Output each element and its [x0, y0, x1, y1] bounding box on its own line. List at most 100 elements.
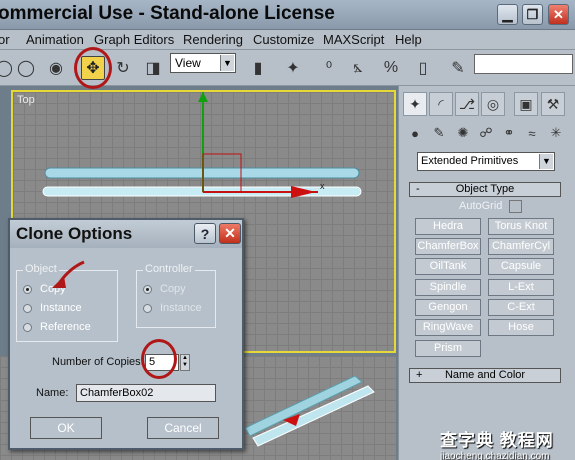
radio-copy[interactable]: [23, 284, 32, 294]
menu-item-animation[interactable]: Animation: [26, 32, 84, 47]
watermark-text: 查字典 教程网: [440, 431, 554, 450]
highlight-ring-move: [74, 47, 112, 89]
chevron-down-icon: ▼: [539, 154, 553, 169]
controller-instance-label: Instance: [160, 302, 202, 314]
menu-item-maxscript[interactable]: MAXScript: [323, 32, 384, 47]
menu-item-editor[interactable]: or: [0, 32, 10, 47]
hose-button[interactable]: Hose: [488, 319, 554, 336]
create-tab-icon[interactable]: ✦: [403, 92, 427, 116]
radio-reference[interactable]: [23, 322, 32, 332]
menu-item-graph-editors[interactable]: Graph Editors: [94, 32, 174, 47]
spindle-button[interactable]: Spindle: [415, 279, 481, 296]
collapse-icon: -: [416, 183, 420, 195]
radio-controller-instance: [143, 303, 152, 313]
menu-item-customize[interactable]: Customize: [253, 32, 314, 47]
close-dialog-button[interactable]: ✕: [219, 223, 241, 244]
chevron-down-icon: ▼: [220, 55, 234, 71]
object-reference-option[interactable]: Reference: [23, 321, 91, 333]
utilities-tab-icon[interactable]: ⚒: [541, 92, 565, 116]
ringwave-button[interactable]: RingWave: [415, 319, 481, 336]
object-instance-label: Instance: [40, 302, 82, 314]
restore-button[interactable]: ❐: [522, 4, 543, 25]
watermark-url: jiaocheng.chazidian.com: [440, 451, 550, 460]
highlight-ring-copies: [141, 339, 177, 379]
space-warps-icon[interactable]: ≈: [522, 124, 542, 142]
controller-copy-label: Copy: [160, 283, 186, 295]
dialog-title: Clone Options: [16, 224, 133, 243]
menu-item-help[interactable]: Help: [395, 32, 422, 47]
gengon-button[interactable]: Gengon: [415, 299, 481, 316]
close-window-button[interactable]: ✕: [548, 4, 569, 25]
cameras-icon[interactable]: ☍: [476, 124, 496, 142]
spinner-snap-icon[interactable]: ▯: [411, 56, 435, 80]
name-and-color-rollout[interactable]: + Name and Color: [409, 368, 561, 383]
pivot-icon[interactable]: ▮: [246, 56, 270, 80]
percent-snap-icon[interactable]: %: [379, 56, 403, 80]
radio-instance[interactable]: [23, 303, 32, 313]
dialog-title-bar[interactable]: Clone Options ? ✕: [10, 220, 242, 248]
motion-tab-icon[interactable]: ◎: [481, 92, 505, 116]
expand-icon: +: [416, 369, 423, 381]
geometry-icon[interactable]: ●: [405, 124, 425, 142]
display-tab-icon[interactable]: ▣: [514, 92, 538, 116]
rotate-icon[interactable]: ↻: [111, 56, 135, 80]
lights-icon[interactable]: ✺: [453, 124, 473, 142]
scale-icon[interactable]: ◨: [141, 56, 165, 80]
hierarchy-tab-icon[interactable]: ⎇: [455, 92, 479, 116]
select-manipulate-icon[interactable]: ✦: [281, 56, 305, 80]
autogrid-label: AutoGrid: [459, 200, 503, 212]
shapes-icon[interactable]: ✎: [429, 124, 449, 142]
spinner-down-icon[interactable]: ▼: [181, 362, 189, 369]
chamferbox-button[interactable]: ChamferBox: [415, 238, 481, 255]
help-button[interactable]: ?: [194, 223, 216, 244]
num-copies-spinner[interactable]: ▲ ▼: [180, 354, 190, 371]
controller-instance-option: Instance: [143, 302, 202, 314]
systems-icon[interactable]: ✳: [546, 124, 566, 142]
capsule-button[interactable]: Capsule: [488, 258, 554, 275]
helpers-icon[interactable]: ⚭: [499, 124, 519, 142]
reference-coordinate-value: View: [175, 56, 201, 70]
num-copies-label: Number of Copies:: [52, 356, 144, 368]
reference-coordinate-select[interactable]: View ▼: [170, 53, 236, 73]
object-reference-label: Reference: [40, 321, 91, 333]
primitive-category-value: Extended Primitives: [421, 155, 519, 167]
x-axis-label: x: [320, 181, 325, 191]
l-ext-button[interactable]: L-Ext: [488, 279, 554, 296]
y-axis-arrow-icon: [198, 92, 208, 102]
modify-tab-icon[interactable]: ◜: [429, 92, 453, 116]
object-instance-option[interactable]: Instance: [23, 302, 82, 314]
radio-controller-copy: [143, 284, 152, 294]
name-label: Name:: [36, 387, 69, 399]
named-selection-input[interactable]: [474, 54, 573, 74]
annotation-arrow-icon: [52, 260, 85, 288]
object-type-label: Object Type: [455, 183, 515, 195]
chamfercyl-button[interactable]: ChamferCyl: [488, 238, 554, 255]
controller-copy-option: Copy: [143, 283, 186, 295]
menu-item-rendering[interactable]: Rendering: [183, 32, 243, 47]
minimize-button[interactable]: ▁: [497, 4, 518, 25]
clone-options-dialog: Clone Options ? ✕ Object Copy Instance R…: [8, 218, 244, 450]
edit-named-selection-icon[interactable]: ✎: [446, 56, 470, 80]
prism-button[interactable]: Prism: [415, 340, 481, 357]
clone-name-input[interactable]: ChamferBox02: [76, 384, 216, 402]
select-by-name-icon[interactable]: ◉: [44, 56, 68, 80]
angle-snap-icon[interactable]: ⦩: [346, 56, 370, 80]
c-ext-button[interactable]: C-Ext: [488, 299, 554, 316]
select-region-icon[interactable]: ◯: [14, 56, 38, 80]
window-title: ommercial Use - Stand-alone License: [0, 3, 335, 24]
watermark: 查字典 教程网 jiaocheng.chazidian.com: [440, 426, 573, 460]
oiltank-button[interactable]: OilTank: [415, 258, 481, 275]
spinner-up-icon[interactable]: ▲: [181, 355, 189, 362]
ok-button[interactable]: OK: [30, 417, 102, 439]
hedra-button[interactable]: Hedra: [415, 218, 481, 235]
command-panel: ✦ ◜ ⎇ ◎ ▣ ⚒ ● ✎ ✺ ☍ ⚭ ≈ ✳ Extended Primi…: [398, 86, 575, 460]
name-and-color-label: Name and Color: [444, 369, 526, 381]
object-type-rollout[interactable]: - Object Type: [409, 182, 561, 197]
autogrid-checkbox[interactable]: [509, 200, 522, 213]
cancel-button[interactable]: Cancel: [147, 417, 219, 439]
controller-group: Controller Copy Instance: [136, 263, 216, 328]
primitive-category-select[interactable]: Extended Primitives ▼: [417, 152, 555, 171]
torus-knot-button[interactable]: Torus Knot: [488, 218, 554, 235]
title-bar: ommercial Use - Stand-alone License ▁ ❐ …: [0, 0, 575, 30]
snap-icon[interactable]: ⁰: [317, 56, 341, 80]
